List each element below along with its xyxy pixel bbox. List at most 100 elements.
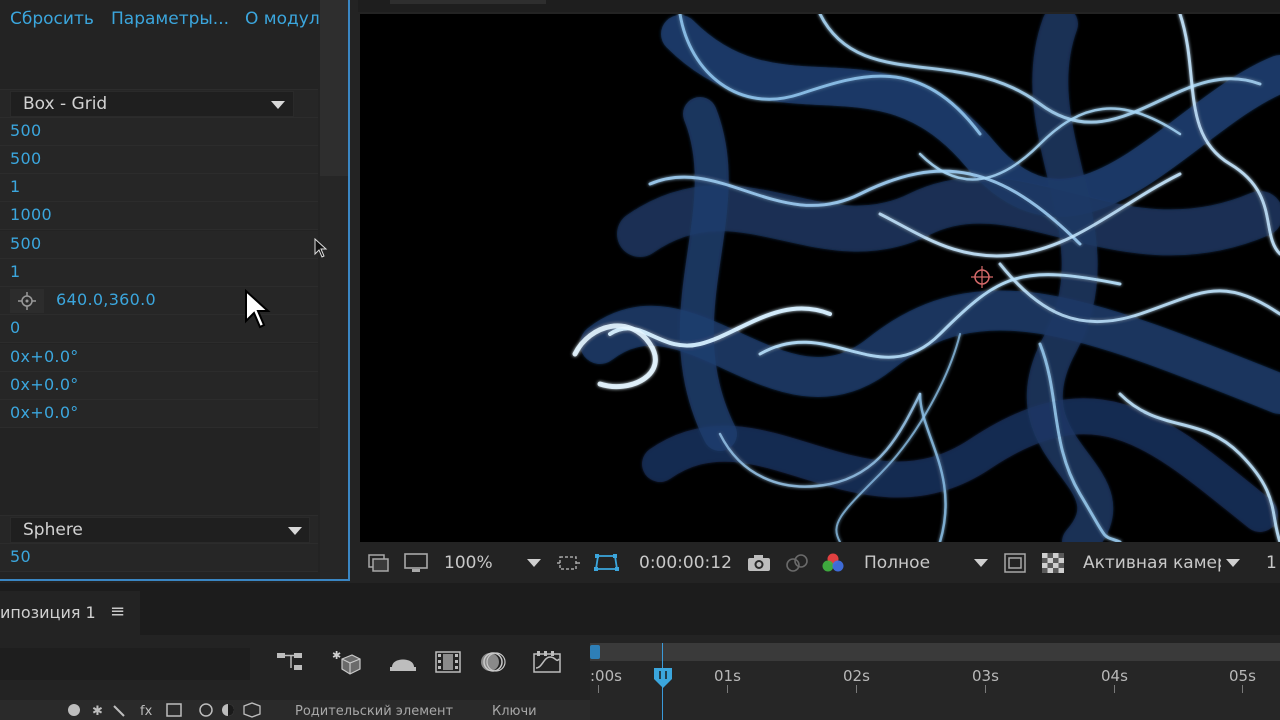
work-area-bar[interactable] [590,643,1280,661]
rotation-row: 0x+0.0° [0,372,318,400]
tab-composition-1[interactable]: ипозиция 1 ≡ [0,591,140,635]
show-channel-icon[interactable] [784,552,810,574]
views-select[interactable]: 1 [1266,553,1277,573]
snapshot-icon[interactable] [366,552,390,574]
mouse-cursor-icon [314,238,328,258]
ruler-tick [727,685,728,693]
timecode[interactable]: 0:00:00:12 [639,553,732,573]
particle-type-dropdown[interactable]: Sphere [10,517,310,543]
about-link[interactable]: О модул [245,9,319,29]
timeline-tab-bar: ипозиция 1 ≡ [0,583,1280,635]
param-row: 1000 [0,202,318,230]
particle-type-row: Sphere [0,516,318,544]
rotation-row: 0x+0.0° [0,344,318,372]
options-link[interactable]: Параметры... [111,9,229,29]
effect-header: Сбросить Параметры... О модул [0,0,320,40]
ruler-tick [1242,685,1243,693]
shy-layers-icon[interactable] [388,649,418,675]
ruler-label: :00s [590,667,622,685]
spacer-row [0,428,318,516]
anchor-point-icon [971,266,993,288]
param-value[interactable]: 1 [10,262,20,281]
rotation-row: 0x+0.0° [0,400,318,428]
scrollbar[interactable] [320,0,348,579]
monitor-icon[interactable] [403,552,429,574]
ruler-tick [1114,685,1115,693]
layer-search-input[interactable] [0,648,250,680]
timeline-panel: ипозиция 1 ≡ ✱ :00s 01s 02s 03s 04s 05s … [0,583,1280,720]
region-of-interest-icon[interactable] [556,552,582,574]
draft-3d-icon[interactable]: ✱ [330,649,362,677]
svg-text:✱: ✱ [92,704,103,718]
zoom-value[interactable]: 100% [444,553,493,573]
position-value[interactable]: 640.0,360.0 [56,290,156,309]
layer-switches-icons: ✱ fx [68,702,261,718]
ruler-label: 05s [1229,667,1256,685]
composition-flowchart-icon[interactable] [275,649,305,675]
tab-label: ипозиция 1 [0,603,96,622]
time-ruler[interactable]: :00s 01s 02s 03s 04s 05s [590,643,1280,720]
composition-viewer: 100% 0:00:00:12 Полное Активная камер 1 [358,0,1280,581]
ruler-label: 01s [714,667,741,685]
param-value[interactable]: 0 [10,318,20,337]
emitter-type-dropdown[interactable]: Box - Grid [10,91,294,117]
ruler-tick [856,685,857,693]
dropdown-arrow-icon [271,101,285,109]
param-row: 50 [0,544,318,572]
color-channels-icon[interactable] [820,552,846,574]
mouse-cursor-icon [245,289,271,329]
ruler-tick [985,685,986,693]
viewer-toolbar: 100% 0:00:00:12 Полное Активная камер 1 [358,544,1280,581]
scrollbar-thumb[interactable] [320,0,348,176]
parent-column-header[interactable]: Родительский элемент [295,704,453,719]
param-row: 500 [0,118,318,146]
fast-preview-icon[interactable] [1003,552,1027,574]
work-area-start-handle[interactable] [590,645,600,659]
rotation-value[interactable]: 0x+0.0° [10,375,79,394]
playhead-handle-icon[interactable] [653,667,673,689]
param-value[interactable]: 1 [10,177,20,196]
emitter-type-value: Box - Grid [23,94,108,114]
composition-canvas[interactable] [360,14,1280,542]
svg-text:✱: ✱ [332,649,341,662]
param-value[interactable]: 1000 [10,205,52,224]
layer-column-headers: ✱ fx Родительский элемент Ключи [0,700,590,720]
particle-render [572,14,1280,542]
resolution-value[interactable]: Полное [864,553,930,573]
emitter-type-row: Box - Grid [0,90,318,118]
rotation-value[interactable]: 0x+0.0° [10,347,79,366]
ruler-tick [598,685,599,693]
panel-menu-icon[interactable]: ≡ [110,601,125,622]
particle-type-value: Sphere [23,520,83,540]
param-row: 1 [0,174,318,202]
param-row: 500 [0,146,318,174]
viewer-tab[interactable] [390,0,546,4]
param-row: 1 [0,259,318,287]
camera-icon[interactable] [746,552,772,574]
viewer-tab-strip [358,0,1280,12]
graph-editor-icon[interactable] [532,649,562,675]
mask-path-icon[interactable] [593,552,621,574]
chevron-down-icon[interactable] [527,559,541,567]
target-icon[interactable] [10,289,44,313]
reset-link[interactable]: Сбросить [10,9,94,29]
param-row: 500 [0,231,318,259]
camera-select[interactable]: Активная камер [1083,553,1221,573]
rotation-value[interactable]: 0x+0.0° [10,403,79,422]
spacer-row [0,40,318,90]
motion-blur-icon[interactable] [477,649,507,675]
ruler-label: 02s [843,667,870,685]
svg-text:fx: fx [140,704,153,718]
dropdown-arrow-icon [288,527,302,535]
chevron-down-icon[interactable] [1226,559,1240,567]
keys-column-header[interactable]: Ключи [492,704,537,719]
ruler-label: 03s [972,667,999,685]
frame-blending-icon[interactable] [433,649,463,675]
param-value[interactable]: 500 [10,149,41,168]
param-value[interactable]: 500 [10,121,41,140]
chevron-down-icon[interactable] [974,559,988,567]
size-value[interactable]: 50 [10,547,31,566]
param-value[interactable]: 500 [10,234,41,253]
transparency-grid-icon[interactable] [1041,552,1065,574]
ruler-label: 04s [1101,667,1128,685]
